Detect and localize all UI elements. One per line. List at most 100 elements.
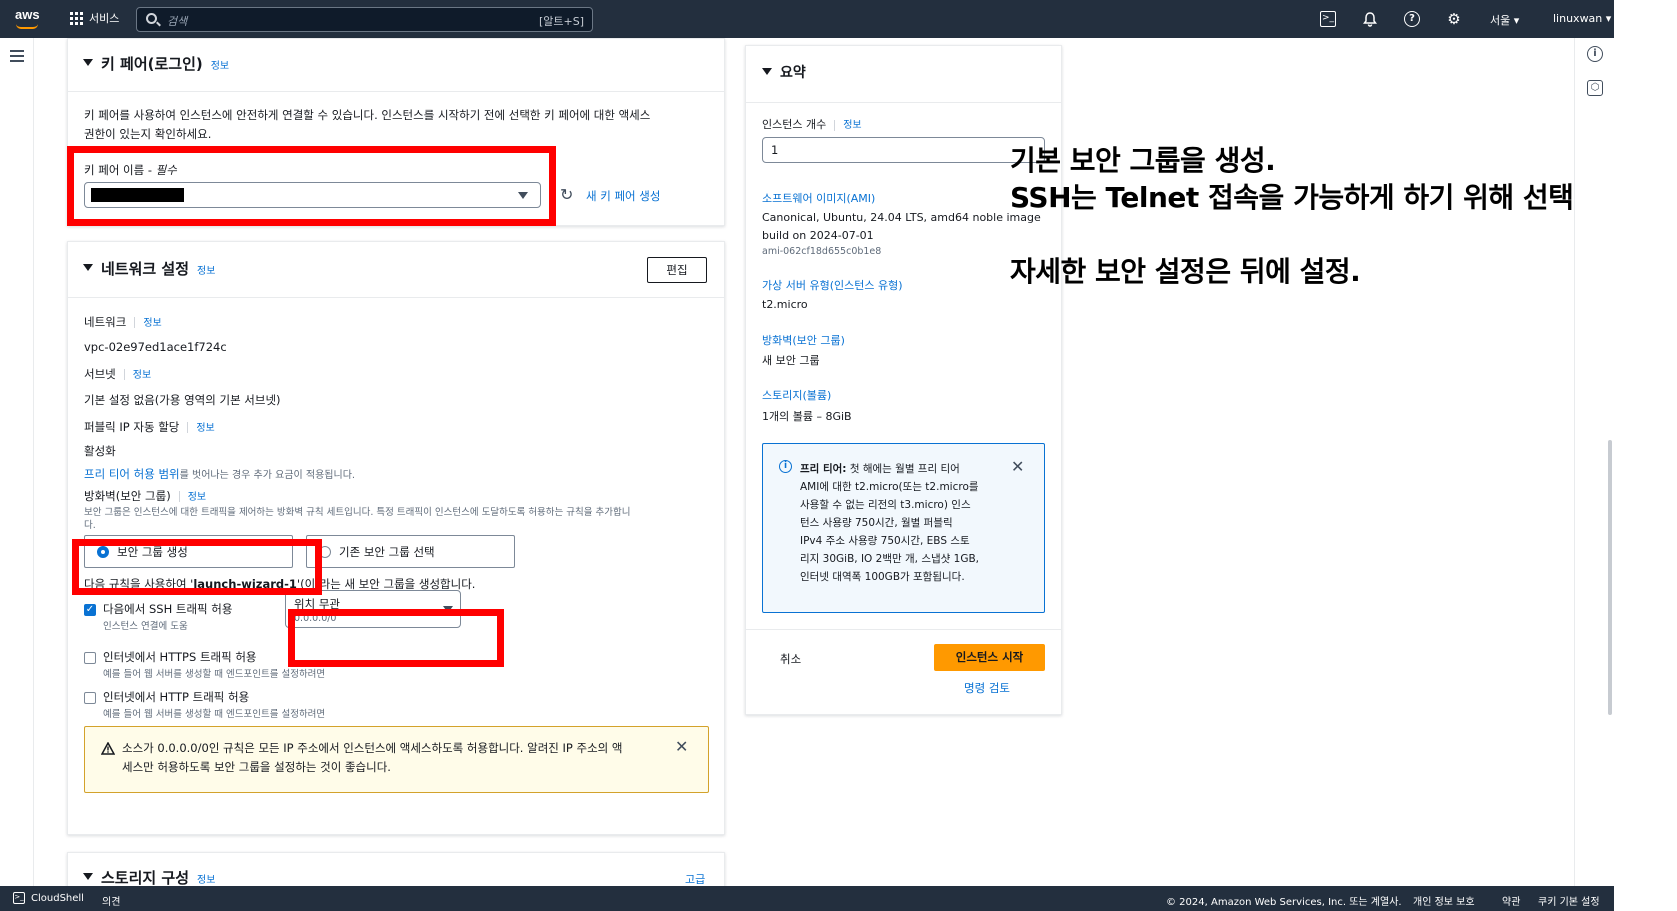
network-header[interactable]: 네트워크 설정 정보 <box>83 258 215 279</box>
existing-security-group-option[interactable]: 기존 보안 그룹 선택 <box>306 535 515 568</box>
http-description: 예를 들어 웹 서버를 생성할 때 엔드포인트를 설정하려면 <box>103 709 326 720</box>
launch-instance-button[interactable]: 인스턴스 시작 <box>934 644 1045 671</box>
divider <box>746 629 1061 630</box>
instance-count-label: 인스턴스 개수 정보 <box>762 116 862 132</box>
cookie-preferences-link[interactable]: 쿠키 기본 설정 <box>1538 893 1600 908</box>
subnet-label: 서브넷 <box>84 367 116 381</box>
ssh-label: 다음에서 SSH 트래픽 허용 <box>103 602 233 616</box>
ami-link[interactable]: 소프트웨어 이미지(AMI) <box>762 190 875 206</box>
http-checkbox[interactable] <box>84 692 96 704</box>
ssh-checkbox[interactable]: ✓ <box>84 604 96 616</box>
hexagon-icon[interactable]: ⬡ <box>1587 80 1603 96</box>
scrollbar[interactable] <box>1608 440 1612 715</box>
key-pair-info-link[interactable]: 정보 <box>211 61 229 72</box>
divider <box>746 102 1061 103</box>
ami-value: Canonical, Ubuntu, 24.04 LTS, amd64 nobl… <box>762 211 1041 224</box>
instance-count-input[interactable]: 1 <box>762 137 1045 163</box>
grid-icon <box>70 11 83 25</box>
subnet-info-link[interactable]: 정보 <box>133 370 151 381</box>
aws-logo[interactable]: aws <box>15 7 40 29</box>
terms-link[interactable]: 약관 <box>1502 893 1520 908</box>
storage-header[interactable]: 스토리지 구성 정보 <box>83 867 215 888</box>
ssh-description: 인스턴스 연결에 도움 <box>103 621 188 632</box>
network-label: 네트워크 <box>84 315 127 329</box>
review-commands-link[interactable]: 명령 검토 <box>964 680 1010 696</box>
aws-logo-text: aws <box>15 7 40 22</box>
storage-info-link[interactable]: 정보 <box>197 875 215 886</box>
account-menu[interactable]: linuxwan ▾ <box>1553 12 1611 25</box>
services-label: 서비스 <box>89 12 120 25</box>
free-tier-text: 첫 해에는 월별 프리 티어 <box>846 463 960 475</box>
highlight-box-ssh-source <box>288 609 504 667</box>
https-label: 인터넷에서 HTTPS 트래픽 허용 <box>103 650 257 664</box>
services-menu-button[interactable]: 서비스 <box>70 10 119 26</box>
network-field-info-link[interactable]: 정보 <box>143 318 161 329</box>
firewall-info-link[interactable]: 정보 <box>188 492 206 503</box>
expand-triangle-icon <box>762 67 772 75</box>
privacy-link[interactable]: 개인 정보 보호 <box>1413 893 1475 908</box>
warning-text-2: 세스만 허용하도록 보안 그룹을 설정하는 것이 좋습니다. <box>122 760 391 774</box>
public-ip-info-link[interactable]: 정보 <box>196 423 214 434</box>
expand-triangle-icon <box>83 59 93 66</box>
ami-value-2: build on 2024-07-01 <box>762 229 874 242</box>
cloudshell-icon[interactable]: >_ <box>1320 11 1336 27</box>
network-value: vpc-02e97ed1ace1f724c <box>84 340 227 354</box>
existing-security-group-label: 기존 보안 그룹 선택 <box>339 545 435 559</box>
open-ssh-warning-alert: 소스가 0.0.0.0/0인 규칙은 모든 IP 주소에서 인스턴스에 액세스하… <box>84 726 709 793</box>
refresh-icon[interactable]: ↻ <box>560 185 573 204</box>
divider <box>68 297 724 298</box>
network-info-link[interactable]: 정보 <box>197 266 215 277</box>
free-tier-line-1: 프리 티어: 첫 해에는 월별 프리 티어 <box>800 461 960 476</box>
storage-value: 1개의 볼륨 – 8GiB <box>762 410 852 423</box>
edit-button[interactable]: 편집 <box>647 257 707 283</box>
help-icon[interactable]: ? <box>1404 11 1420 27</box>
instance-count-label-text: 인스턴스 개수 <box>762 118 827 131</box>
feedback-link[interactable]: 의견 <box>102 893 120 908</box>
highlight-box-key-pair <box>67 146 556 226</box>
key-pair-description-2: 권한이 있는지 확인하세요. <box>84 127 212 141</box>
warning-text: 소스가 0.0.0.0/0인 규칙은 모든 IP 주소에서 인스턴스에 액세스하… <box>122 741 623 755</box>
expand-triangle-icon <box>83 873 93 880</box>
key-pair-header[interactable]: 키 페어(로그인) 정보 <box>83 53 229 74</box>
cloudshell-button[interactable]: CloudShell <box>31 893 84 904</box>
cancel-button[interactable]: 취소 <box>780 651 801 667</box>
info-panel-icon[interactable]: i <box>1587 46 1603 62</box>
network-field-label: 네트워크 정보 <box>84 314 162 330</box>
region-selector[interactable]: 서울 ▾ <box>1490 12 1519 28</box>
top-navigation-bar: aws 서비스 검색 [알트+S] >_ ? ⚙ 서울 ▾ linuxwan ▾ <box>0 0 1614 38</box>
summary-header[interactable]: 요약 <box>762 62 806 82</box>
bell-icon[interactable] <box>1362 11 1378 27</box>
advanced-link[interactable]: 고급 <box>685 871 705 887</box>
expand-triangle-icon <box>83 264 93 271</box>
create-key-pair-link[interactable]: 새 키 페어 생성 <box>586 188 660 204</box>
https-checkbox[interactable] <box>84 652 96 664</box>
instance-count-value: 1 <box>771 143 779 157</box>
close-icon[interactable]: ✕ <box>1011 457 1024 476</box>
search-input[interactable]: 검색 [알트+S] <box>136 7 593 32</box>
search-placeholder: 검색 <box>167 15 188 28</box>
instance-type-link[interactable]: 가상 서버 유형(인스턴스 유형) <box>762 277 903 293</box>
firewall-label: 방화벽(보안 그룹) <box>84 489 171 503</box>
highlight-box-create-sg <box>72 539 322 595</box>
gear-icon[interactable]: ⚙ <box>1446 11 1462 27</box>
instance-count-info-link[interactable]: 정보 <box>843 120 861 131</box>
info-icon: i <box>779 460 792 473</box>
close-icon[interactable]: ✕ <box>675 737 688 756</box>
free-tier-line-3: 사용할 수 없는 리전의 t3.micro) 인스 <box>800 499 971 511</box>
firewall-link[interactable]: 방화벽(보안 그룹) <box>762 332 845 348</box>
key-pair-description: 키 페어를 사용하여 인스턴스에 안전하게 연결할 수 있습니다. 인스턴스를 … <box>84 108 651 122</box>
ami-id: ami-062cf18d655c0b1e8 <box>762 246 882 257</box>
firewall-field-label: 방화벽(보안 그룹) 정보 <box>84 488 206 504</box>
free-tier-line-4: 턴스 사용량 750시간, 월별 퍼블릭 <box>800 517 953 529</box>
menu-icon[interactable] <box>10 50 24 65</box>
public-ip-field-label: 퍼블릭 IP 자동 할당 정보 <box>84 419 215 435</box>
key-pair-title: 키 페어(로그인) <box>101 55 203 73</box>
storage-link[interactable]: 스토리지(볼륨) <box>762 387 831 403</box>
public-ip-label: 퍼블릭 IP 자동 할당 <box>84 420 180 434</box>
firewall-description: 보안 그룹은 인스턴스에 대한 트래픽을 제어하는 방화벽 규칙 세트입니다. … <box>84 507 631 518</box>
firewall-description-2: 다. <box>84 520 96 531</box>
free-tier-link[interactable]: 프리 티어 허용 범위 <box>84 467 180 481</box>
subnet-value: 기본 설정 없음(가용 영역의 기본 서브넷) <box>84 393 281 407</box>
annotation-line-1: 기본 보안 그룹을 생성. <box>1010 144 1276 177</box>
free-tier-note-text: 를 벗어나는 경우 추가 요금이 적용됩니다. <box>179 470 356 481</box>
